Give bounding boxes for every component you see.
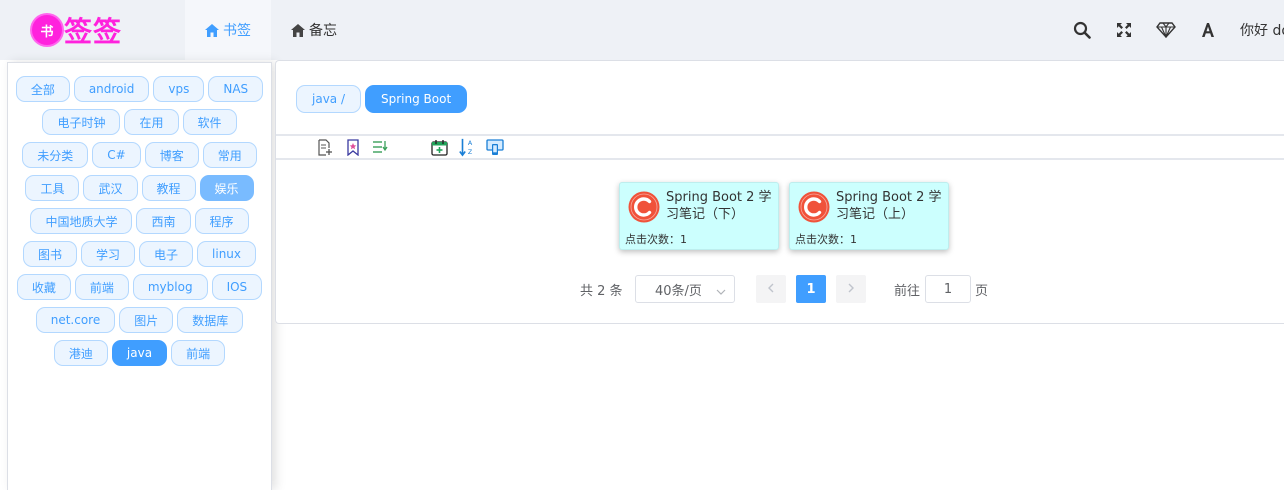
tag-chip[interactable]: 教程 bbox=[141, 175, 196, 201]
tag-chip[interactable]: 前端 bbox=[74, 274, 129, 300]
bookmark-card[interactable]: Spring Boot 2 学习笔记（上） 点击次数：1 bbox=[789, 182, 949, 250]
font-size-icon[interactable] bbox=[1196, 18, 1220, 42]
sort-list-icon[interactable] bbox=[372, 138, 390, 156]
chevron-right-icon bbox=[847, 282, 855, 297]
bookmark-card-title: Spring Boot 2 学习笔记（下） bbox=[666, 190, 772, 222]
tag-row: 全部 android vps NAS bbox=[8, 76, 271, 102]
tag-row: 电子时钟 在用 软件 bbox=[8, 109, 271, 135]
tag-chip[interactable]: 数据库 bbox=[177, 307, 244, 333]
breadcrumb: java / Spring Boot bbox=[296, 85, 468, 113]
tag-chip[interactable]: 软件 bbox=[182, 109, 237, 135]
tag-chip[interactable]: 港迪 bbox=[53, 340, 108, 366]
bookmark-card-title: Spring Boot 2 学习笔记（上） bbox=[836, 190, 942, 222]
pagination: 共 2 条 40条/页 1 前往 页 bbox=[276, 275, 1284, 303]
tag-chip[interactable]: linux bbox=[197, 241, 257, 267]
screen-share-icon[interactable] bbox=[486, 138, 504, 156]
svg-text:Z: Z bbox=[468, 149, 473, 156]
tag-chip[interactable]: IOS bbox=[211, 274, 263, 300]
diamond-icon[interactable] bbox=[1154, 18, 1178, 42]
tag-row: net.core 图片 数据库 bbox=[8, 307, 271, 333]
home-icon bbox=[205, 23, 219, 37]
bookmark-icon[interactable] bbox=[344, 138, 362, 156]
tag-chip[interactable]: 西南 bbox=[136, 208, 191, 234]
tag-chip[interactable]: NAS bbox=[208, 76, 264, 102]
tag-chip[interactable]: 图书 bbox=[22, 241, 77, 267]
fullscreen-icon[interactable] bbox=[1112, 18, 1136, 42]
tag-row: 收藏 前端 myblog IOS bbox=[8, 274, 271, 300]
search-icon[interactable] bbox=[1070, 18, 1094, 42]
tag-chip[interactable]: 前端 bbox=[171, 340, 226, 366]
chevron-down-icon bbox=[716, 285, 726, 300]
tag-chip[interactable]: java bbox=[111, 340, 168, 366]
nav-tab-bookmarks[interactable]: 书签 bbox=[185, 0, 271, 60]
tag-chip[interactable]: 未分类 bbox=[22, 142, 89, 168]
breadcrumb-parent[interactable]: java / bbox=[296, 85, 361, 113]
tag-chip[interactable]: 收藏 bbox=[16, 274, 71, 300]
tag-chip[interactable]: myblog bbox=[132, 274, 208, 300]
page-number-current[interactable]: 1 bbox=[796, 275, 826, 303]
app-logo[interactable]: 书 签签 bbox=[32, 12, 122, 48]
page-unit-label: 页 bbox=[975, 284, 989, 299]
bookmark-panel: java / Spring Boot AZ Spring Boot 2 学习笔记… bbox=[275, 60, 1284, 324]
prev-page-button[interactable] bbox=[756, 275, 786, 303]
tag-sidebar: 全部 android vps NAS 电子时钟 在用 软件 未分类 C# 博客 常用 工具 武汉 教程 娱乐… bbox=[7, 62, 272, 490]
tag-chip[interactable]: 在用 bbox=[124, 109, 179, 135]
chevron-left-icon bbox=[767, 282, 775, 297]
site-favicon-icon bbox=[628, 191, 660, 227]
bookmark-card[interactable]: Spring Boot 2 学习笔记（下） 点击次数：1 bbox=[619, 182, 779, 250]
user-greeting[interactable]: 你好 do bbox=[1240, 20, 1284, 40]
sort-alpha-icon[interactable]: AZ bbox=[458, 138, 476, 157]
breadcrumb-current[interactable]: Spring Boot bbox=[365, 85, 468, 113]
logo-badge: 书 bbox=[32, 15, 62, 45]
goto-label: 前往 bbox=[894, 284, 921, 299]
pagination-total: 共 2 条 bbox=[580, 284, 623, 299]
bookmark-toolbar: AZ bbox=[276, 134, 1284, 160]
add-calendar-icon[interactable] bbox=[430, 138, 448, 156]
tag-chip[interactable]: 娱乐 bbox=[199, 175, 254, 201]
logo-text: 签签 bbox=[64, 15, 123, 48]
tag-chip[interactable]: 武汉 bbox=[83, 175, 138, 201]
page-size-select[interactable]: 40条/页 bbox=[635, 275, 735, 303]
add-document-icon[interactable] bbox=[316, 138, 334, 156]
tag-chip[interactable]: C# bbox=[92, 142, 141, 168]
tag-chip[interactable]: 学习 bbox=[81, 241, 136, 267]
next-page-button[interactable] bbox=[836, 275, 866, 303]
tag-chip[interactable]: 工具 bbox=[25, 175, 80, 201]
tag-row: 工具 武汉 教程 娱乐 bbox=[8, 175, 271, 201]
bookmark-card-clicks: 点击次数：1 bbox=[795, 233, 857, 246]
tag-chip[interactable]: 图片 bbox=[119, 307, 174, 333]
home-icon bbox=[291, 23, 305, 37]
nav-tab-memo[interactable]: 备忘 bbox=[271, 0, 357, 60]
top-header: 书 签签 书签 备忘 你好 do bbox=[0, 0, 1284, 60]
nav-tab-bookmarks-label: 书签 bbox=[223, 23, 251, 39]
svg-text:A: A bbox=[468, 140, 473, 147]
page-size-value: 40条/页 bbox=[655, 283, 702, 299]
tag-chip[interactable]: 程序 bbox=[194, 208, 249, 234]
tag-chip[interactable]: 电子 bbox=[139, 241, 194, 267]
tag-row: 未分类 C# 博客 常用 bbox=[8, 142, 271, 168]
tag-chip[interactable]: net.core bbox=[35, 307, 116, 333]
tag-chip[interactable]: 博客 bbox=[144, 142, 199, 168]
site-favicon-icon bbox=[798, 191, 830, 227]
tag-row: 中国地质大学 西南 程序 bbox=[8, 208, 271, 234]
tag-chip[interactable]: vps bbox=[153, 76, 205, 102]
tag-chip[interactable]: 常用 bbox=[202, 142, 257, 168]
tag-chip[interactable]: 中国地质大学 bbox=[30, 208, 133, 234]
bookmark-card-clicks: 点击次数：1 bbox=[625, 233, 687, 246]
tag-row: 港迪 java 前端 bbox=[8, 340, 271, 366]
nav-tab-memo-label: 备忘 bbox=[309, 23, 337, 39]
tag-chip[interactable]: 电子时钟 bbox=[42, 109, 121, 135]
tag-row: 图书 学习 电子 linux bbox=[8, 241, 271, 267]
tag-chip[interactable]: android bbox=[73, 76, 150, 102]
tag-chip[interactable]: 全部 bbox=[15, 76, 70, 102]
goto-page-input[interactable] bbox=[925, 275, 971, 303]
